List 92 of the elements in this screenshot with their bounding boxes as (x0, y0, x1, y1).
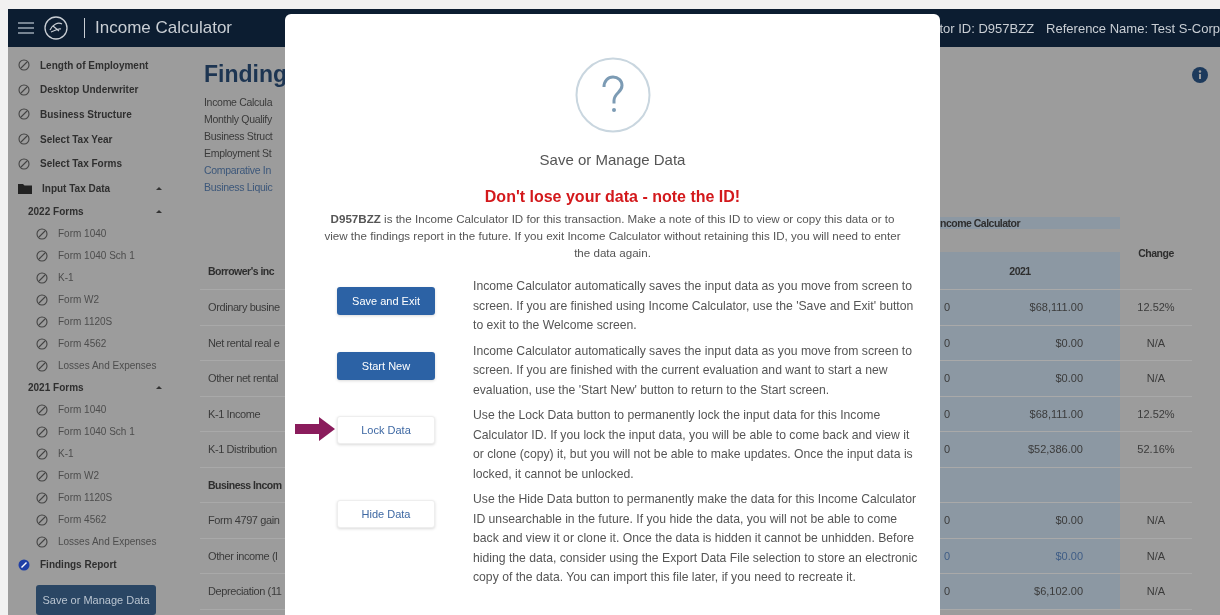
collapse-caret-icon[interactable] (156, 210, 162, 214)
table-cell: 0 (940, 574, 960, 610)
table-cell: 0 (940, 396, 960, 432)
column-header: 2021 (960, 252, 1120, 290)
warning-heading: Don't lose your data - note the ID! (484, 188, 741, 206)
action-description: Use the Lock Data button to permanently lock the input data for this Income Calculator ID. If you lock the input data, you will be able to come back and view it or clone (copy) it, but you will not be able to make updates. Once the input data is locked, it cannot be unlocked. (473, 407, 914, 483)
sidebar-item[interactable]: Desktop Underwriter (40, 84, 180, 96)
table-cell: $68,111.00 (960, 396, 1120, 432)
action-button[interactable]: Hide Data (337, 500, 435, 528)
summary-link[interactable]: Business Liquic (204, 179, 288, 196)
table-cell: 0 (940, 361, 960, 397)
group-label[interactable]: 2022 Forms (28, 206, 146, 218)
sidebar-item[interactable]: Select Tax Year (40, 133, 180, 145)
table-cell: N/A (1146, 372, 1166, 385)
group-heading: ncome Calculator (940, 217, 1120, 229)
sidebar-item[interactable]: Select Tax Forms (40, 158, 180, 170)
sidebar-item[interactable]: Form 4562 (58, 514, 180, 526)
row-label: Other net rental (208, 372, 279, 385)
sidebar-item[interactable]: Business Structure (40, 109, 180, 120)
summary-line: Employment St (204, 146, 273, 161)
sidebar-item[interactable]: Form 1040 Sch 1 (58, 426, 180, 438)
sidebar-item[interactable]: Input Tax Data (42, 182, 146, 194)
summary-link[interactable]: Comparative In (204, 162, 288, 179)
row-label: Depreciation (11 (208, 585, 282, 598)
sidebar-item[interactable]: Form 1040 Sch 1 (58, 250, 180, 262)
sidebar-item[interactable]: Length of Employment (40, 59, 180, 71)
table-cell (940, 467, 960, 503)
table-cell: 52.16% (1137, 443, 1175, 456)
row-label: Other income (l (208, 549, 278, 562)
table-cell: 0 (940, 432, 960, 468)
table-cell: N/A (1146, 514, 1166, 527)
action-description: Income Calculator automatically saves the input data as you move from screen to screen. If you are finished using Income Calculator, use the 'Save and Exit' button to exit to the Welcome screen. (473, 278, 915, 334)
reference-name: Reference Name: Test S-Corp (1046, 20, 1220, 36)
table-cell: $0.00 (960, 503, 1120, 539)
save-or-manage-button[interactable]: Save or Manage Data (36, 585, 156, 615)
sidebar-item[interactable]: Form 1040 (58, 404, 180, 416)
table-cell: 0 (940, 290, 960, 326)
sidebar-item[interactable]: Findings Report (40, 559, 180, 571)
logo-icon (44, 16, 68, 40)
table-cell: 0 (940, 538, 960, 574)
action-button[interactable]: Start New (337, 351, 435, 380)
folder-icon (18, 182, 32, 194)
table-cell: 12.52% (1137, 301, 1175, 314)
table-cell: $6,102.00 (960, 574, 1120, 610)
table-cell: 0 (940, 503, 960, 539)
sidebar-item[interactable]: Losses And Expenses (58, 536, 180, 548)
row-label: Form 4797 gain (208, 514, 280, 527)
sidebar-item[interactable]: Form W2 (58, 470, 180, 482)
table-cell (940, 252, 960, 290)
sidebar-item[interactable]: K-1 (58, 448, 180, 460)
question-icon (574, 57, 651, 133)
row-label: Net rental real e (208, 336, 280, 349)
calculator-id: tor ID: D957BZZ (939, 20, 1035, 36)
sidebar-item[interactable]: K-1 (58, 272, 180, 284)
action-button[interactable]: Lock Data (337, 416, 435, 444)
column-header: Change (1138, 247, 1174, 259)
table-cell: N/A (1146, 585, 1166, 598)
sidebar-item[interactable]: Losses And Expenses (58, 360, 180, 372)
collapse-caret-icon[interactable] (156, 186, 162, 190)
row-label: K-1 Income (208, 407, 261, 420)
dialog-message: D957BZZ is the Income Calculator ID for this transaction. Make a note of this ID to view or copy this data or to view the findings report in the future. If you exit Income Calculator without retaining this ID, you will need to enter the data again. (323, 211, 902, 261)
sidebar-item[interactable]: Form 1120S (58, 492, 180, 504)
summary-line: Income Calcula (204, 95, 274, 110)
info-icon[interactable] (1192, 67, 1208, 83)
collapse-caret-icon[interactable] (156, 386, 162, 390)
group-label[interactable]: 2021 Forms (28, 382, 146, 394)
section-header: Business Incom (208, 478, 282, 491)
action-description: Income Calculator automatically saves the input data as you move from screen to screen. If you are finished with the current evaluation and want to start a new evaluation, use the 'Start New' button to return to the Start screen. (473, 342, 913, 399)
sidebar-item[interactable]: Form 1040 (58, 228, 180, 240)
sidebar-item[interactable]: Form 1120S (58, 316, 180, 328)
summary-line: Business Struct (204, 129, 274, 144)
table-cell[interactable]: $0.00 (960, 538, 1120, 574)
summary-line: Monthly Qualify (204, 112, 273, 127)
section-header: Borrower's inc (208, 264, 275, 277)
table-cell: N/A (1146, 549, 1166, 562)
table-cell: 0 (940, 325, 960, 361)
table-cell: $0.00 (960, 325, 1120, 361)
table-cell: N/A (1146, 336, 1166, 349)
action-button[interactable]: Save and Exit (337, 287, 435, 315)
menu-icon[interactable] (18, 22, 34, 34)
table-cell: $0.00 (960, 361, 1120, 397)
sidebar-item[interactable]: Form 4562 (58, 338, 180, 350)
table-cell: $68,111.00 (960, 290, 1120, 326)
app-title: Income Calculator (95, 18, 232, 38)
table-cell: $52,386.00 (960, 432, 1120, 468)
row-label: K-1 Distribution (208, 443, 277, 456)
sidebar-item[interactable]: Form W2 (58, 294, 180, 306)
table-cell: 12.52% (1137, 407, 1175, 420)
action-description: Use the Hide Data button to permanently make the data for this Income Calculator ID unsearchable in the future. If you hide the data, you will not be able to come back and view it or clone it. Once the data is hidden it cannot be unhidden. Before hiding the data, consider using the Export Data File selection to store an electronic copy of the data. You can import this file later, if you need to recreate it. (473, 491, 919, 586)
row-label: Ordinary busine (208, 301, 280, 314)
dialog-title: Save or Manage Data (539, 151, 686, 168)
page-heading: Finding (204, 61, 288, 88)
